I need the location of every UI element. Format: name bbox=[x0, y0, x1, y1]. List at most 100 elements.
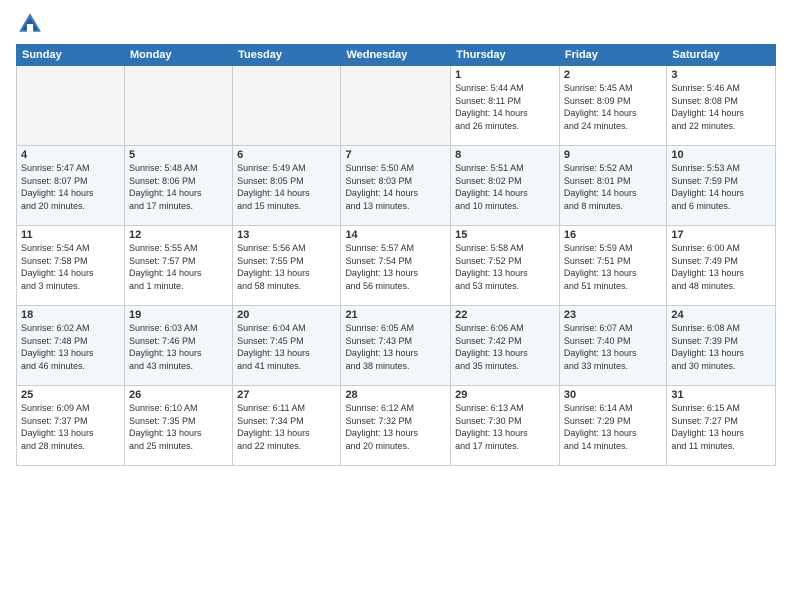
day-number: 31 bbox=[671, 389, 771, 401]
day-number: 7 bbox=[345, 149, 446, 161]
weekday-header-tuesday: Tuesday bbox=[233, 45, 341, 66]
day-info: Sunrise: 5:51 AMSunset: 8:02 PMDaylight:… bbox=[455, 162, 555, 212]
day-info: Sunrise: 5:50 AMSunset: 8:03 PMDaylight:… bbox=[345, 162, 446, 212]
day-info: Sunrise: 6:03 AMSunset: 7:46 PMDaylight:… bbox=[129, 322, 228, 372]
day-info: Sunrise: 6:09 AMSunset: 7:37 PMDaylight:… bbox=[21, 402, 120, 452]
calendar-table: SundayMondayTuesdayWednesdayThursdayFrid… bbox=[16, 44, 776, 466]
day-number: 13 bbox=[237, 229, 336, 241]
calendar-cell: 22Sunrise: 6:06 AMSunset: 7:42 PMDayligh… bbox=[451, 306, 560, 386]
day-number: 17 bbox=[671, 229, 771, 241]
calendar-cell: 5Sunrise: 5:48 AMSunset: 8:06 PMDaylight… bbox=[124, 146, 232, 226]
calendar-cell: 15Sunrise: 5:58 AMSunset: 7:52 PMDayligh… bbox=[451, 226, 560, 306]
calendar-week-1: 1Sunrise: 5:44 AMSunset: 8:11 PMDaylight… bbox=[17, 66, 776, 146]
day-info: Sunrise: 5:52 AMSunset: 8:01 PMDaylight:… bbox=[564, 162, 662, 212]
calendar-cell: 6Sunrise: 5:49 AMSunset: 8:05 PMDaylight… bbox=[233, 146, 341, 226]
day-number: 3 bbox=[671, 69, 771, 81]
day-info: Sunrise: 6:15 AMSunset: 7:27 PMDaylight:… bbox=[671, 402, 771, 452]
day-number: 22 bbox=[455, 309, 555, 321]
day-number: 23 bbox=[564, 309, 662, 321]
day-number: 2 bbox=[564, 69, 662, 81]
weekday-header-sunday: Sunday bbox=[17, 45, 125, 66]
day-info: Sunrise: 5:47 AMSunset: 8:07 PMDaylight:… bbox=[21, 162, 120, 212]
day-number: 9 bbox=[564, 149, 662, 161]
day-number: 26 bbox=[129, 389, 228, 401]
day-number: 10 bbox=[671, 149, 771, 161]
day-number: 12 bbox=[129, 229, 228, 241]
day-info: Sunrise: 5:58 AMSunset: 7:52 PMDaylight:… bbox=[455, 242, 555, 292]
day-info: Sunrise: 5:59 AMSunset: 7:51 PMDaylight:… bbox=[564, 242, 662, 292]
calendar-cell: 16Sunrise: 5:59 AMSunset: 7:51 PMDayligh… bbox=[559, 226, 666, 306]
day-number: 29 bbox=[455, 389, 555, 401]
calendar-cell: 18Sunrise: 6:02 AMSunset: 7:48 PMDayligh… bbox=[17, 306, 125, 386]
day-number: 20 bbox=[237, 309, 336, 321]
calendar-cell: 14Sunrise: 5:57 AMSunset: 7:54 PMDayligh… bbox=[341, 226, 451, 306]
day-info: Sunrise: 5:44 AMSunset: 8:11 PMDaylight:… bbox=[455, 82, 555, 132]
day-info: Sunrise: 6:12 AMSunset: 7:32 PMDaylight:… bbox=[345, 402, 446, 452]
day-info: Sunrise: 6:07 AMSunset: 7:40 PMDaylight:… bbox=[564, 322, 662, 372]
calendar-week-5: 25Sunrise: 6:09 AMSunset: 7:37 PMDayligh… bbox=[17, 386, 776, 466]
calendar-cell: 19Sunrise: 6:03 AMSunset: 7:46 PMDayligh… bbox=[124, 306, 232, 386]
day-info: Sunrise: 5:48 AMSunset: 8:06 PMDaylight:… bbox=[129, 162, 228, 212]
calendar-cell: 12Sunrise: 5:55 AMSunset: 7:57 PMDayligh… bbox=[124, 226, 232, 306]
day-info: Sunrise: 5:49 AMSunset: 8:05 PMDaylight:… bbox=[237, 162, 336, 212]
day-info: Sunrise: 6:08 AMSunset: 7:39 PMDaylight:… bbox=[671, 322, 771, 372]
page: SundayMondayTuesdayWednesdayThursdayFrid… bbox=[0, 0, 792, 476]
calendar-cell: 2Sunrise: 5:45 AMSunset: 8:09 PMDaylight… bbox=[559, 66, 666, 146]
weekday-header-thursday: Thursday bbox=[451, 45, 560, 66]
day-number: 5 bbox=[129, 149, 228, 161]
day-info: Sunrise: 6:14 AMSunset: 7:29 PMDaylight:… bbox=[564, 402, 662, 452]
weekday-header-wednesday: Wednesday bbox=[341, 45, 451, 66]
day-info: Sunrise: 6:05 AMSunset: 7:43 PMDaylight:… bbox=[345, 322, 446, 372]
day-number: 21 bbox=[345, 309, 446, 321]
calendar-cell: 28Sunrise: 6:12 AMSunset: 7:32 PMDayligh… bbox=[341, 386, 451, 466]
day-number: 28 bbox=[345, 389, 446, 401]
weekday-header-friday: Friday bbox=[559, 45, 666, 66]
day-info: Sunrise: 6:00 AMSunset: 7:49 PMDaylight:… bbox=[671, 242, 771, 292]
calendar-week-2: 4Sunrise: 5:47 AMSunset: 8:07 PMDaylight… bbox=[17, 146, 776, 226]
day-info: Sunrise: 5:55 AMSunset: 7:57 PMDaylight:… bbox=[129, 242, 228, 292]
day-number: 30 bbox=[564, 389, 662, 401]
day-info: Sunrise: 5:54 AMSunset: 7:58 PMDaylight:… bbox=[21, 242, 120, 292]
calendar-cell: 21Sunrise: 6:05 AMSunset: 7:43 PMDayligh… bbox=[341, 306, 451, 386]
calendar-week-3: 11Sunrise: 5:54 AMSunset: 7:58 PMDayligh… bbox=[17, 226, 776, 306]
calendar-cell: 25Sunrise: 6:09 AMSunset: 7:37 PMDayligh… bbox=[17, 386, 125, 466]
calendar-cell: 27Sunrise: 6:11 AMSunset: 7:34 PMDayligh… bbox=[233, 386, 341, 466]
calendar-cell: 1Sunrise: 5:44 AMSunset: 8:11 PMDaylight… bbox=[451, 66, 560, 146]
day-number: 14 bbox=[345, 229, 446, 241]
day-info: Sunrise: 6:06 AMSunset: 7:42 PMDaylight:… bbox=[455, 322, 555, 372]
header bbox=[16, 10, 776, 38]
calendar-cell: 23Sunrise: 6:07 AMSunset: 7:40 PMDayligh… bbox=[559, 306, 666, 386]
calendar-cell: 31Sunrise: 6:15 AMSunset: 7:27 PMDayligh… bbox=[667, 386, 776, 466]
day-info: Sunrise: 6:10 AMSunset: 7:35 PMDaylight:… bbox=[129, 402, 228, 452]
day-info: Sunrise: 6:02 AMSunset: 7:48 PMDaylight:… bbox=[21, 322, 120, 372]
day-info: Sunrise: 6:11 AMSunset: 7:34 PMDaylight:… bbox=[237, 402, 336, 452]
day-info: Sunrise: 5:46 AMSunset: 8:08 PMDaylight:… bbox=[671, 82, 771, 132]
calendar-cell: 24Sunrise: 6:08 AMSunset: 7:39 PMDayligh… bbox=[667, 306, 776, 386]
calendar-cell: 8Sunrise: 5:51 AMSunset: 8:02 PMDaylight… bbox=[451, 146, 560, 226]
day-number: 11 bbox=[21, 229, 120, 241]
calendar-cell: 4Sunrise: 5:47 AMSunset: 8:07 PMDaylight… bbox=[17, 146, 125, 226]
calendar-cell: 3Sunrise: 5:46 AMSunset: 8:08 PMDaylight… bbox=[667, 66, 776, 146]
logo-icon bbox=[16, 10, 44, 38]
weekday-header-saturday: Saturday bbox=[667, 45, 776, 66]
day-info: Sunrise: 5:56 AMSunset: 7:55 PMDaylight:… bbox=[237, 242, 336, 292]
calendar-cell: 9Sunrise: 5:52 AMSunset: 8:01 PMDaylight… bbox=[559, 146, 666, 226]
day-number: 6 bbox=[237, 149, 336, 161]
calendar-cell: 13Sunrise: 5:56 AMSunset: 7:55 PMDayligh… bbox=[233, 226, 341, 306]
day-number: 24 bbox=[671, 309, 771, 321]
calendar-cell: 11Sunrise: 5:54 AMSunset: 7:58 PMDayligh… bbox=[17, 226, 125, 306]
weekday-header-row: SundayMondayTuesdayWednesdayThursdayFrid… bbox=[17, 45, 776, 66]
day-info: Sunrise: 5:45 AMSunset: 8:09 PMDaylight:… bbox=[564, 82, 662, 132]
day-number: 27 bbox=[237, 389, 336, 401]
day-number: 19 bbox=[129, 309, 228, 321]
calendar-cell: 30Sunrise: 6:14 AMSunset: 7:29 PMDayligh… bbox=[559, 386, 666, 466]
day-info: Sunrise: 5:57 AMSunset: 7:54 PMDaylight:… bbox=[345, 242, 446, 292]
calendar-cell: 7Sunrise: 5:50 AMSunset: 8:03 PMDaylight… bbox=[341, 146, 451, 226]
day-number: 1 bbox=[455, 69, 555, 81]
calendar-cell: 29Sunrise: 6:13 AMSunset: 7:30 PMDayligh… bbox=[451, 386, 560, 466]
day-number: 16 bbox=[564, 229, 662, 241]
weekday-header-monday: Monday bbox=[124, 45, 232, 66]
calendar-cell bbox=[124, 66, 232, 146]
day-info: Sunrise: 6:13 AMSunset: 7:30 PMDaylight:… bbox=[455, 402, 555, 452]
calendar-week-4: 18Sunrise: 6:02 AMSunset: 7:48 PMDayligh… bbox=[17, 306, 776, 386]
